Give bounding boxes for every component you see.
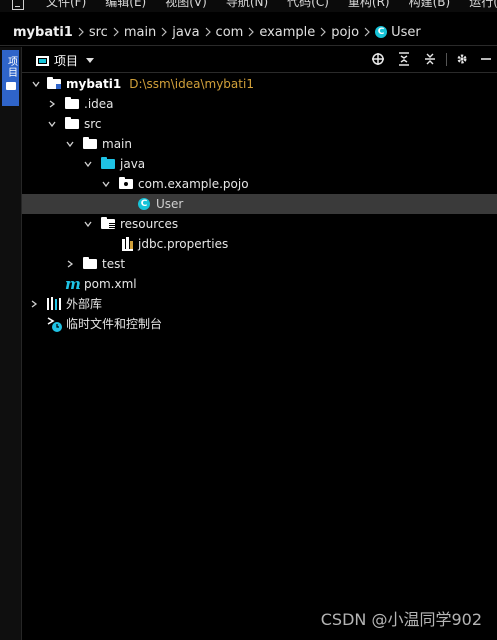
collapse-all-icon[interactable] xyxy=(423,52,437,66)
menu-code[interactable]: 代码(C) xyxy=(287,0,329,10)
tree-item-project[interactable]: mybati1 D:\ssm\idea\mybati1 xyxy=(22,74,497,94)
project-path: D:\ssm\idea\mybati1 xyxy=(129,77,254,91)
tree-label: 外部库 xyxy=(66,297,103,311)
chevron-right-icon[interactable] xyxy=(30,300,38,308)
module-folder-icon xyxy=(47,77,63,90)
watermark: CSDN @小温同学902 xyxy=(320,610,482,629)
breadcrumb-user[interactable]: User xyxy=(391,25,421,40)
tree-label: 临时文件和控制台 xyxy=(66,317,163,331)
panel-title: 项目 xyxy=(54,54,79,68)
tree-label: jdbc.properties xyxy=(138,237,229,251)
gear-icon[interactable] xyxy=(455,52,469,66)
project-tab-label: 项目 xyxy=(5,56,17,78)
tree-label: test xyxy=(102,257,126,271)
tree-label: mybati1 D:\ssm\idea\mybati1 xyxy=(66,76,254,92)
menu-refactor[interactable]: 重构(R) xyxy=(348,0,390,10)
intellij-logo-icon xyxy=(12,0,24,10)
maven-icon: m xyxy=(65,275,81,293)
tree-label: main xyxy=(102,137,132,151)
tree-label: src xyxy=(84,117,102,131)
tree-item-src[interactable]: src xyxy=(22,114,497,134)
tree-item-test[interactable]: test xyxy=(22,254,497,274)
tree-item-main[interactable]: main xyxy=(22,134,497,154)
tree-label: pom.xml xyxy=(84,277,137,291)
tree-item-resources[interactable]: resources xyxy=(22,214,497,234)
properties-file-icon xyxy=(121,237,135,251)
divider xyxy=(0,45,497,46)
breadcrumb-java[interactable]: java xyxy=(172,25,199,40)
project-name: mybati1 xyxy=(66,77,122,91)
chevron-down-icon[interactable] xyxy=(84,220,92,228)
chevron-right-icon[interactable] xyxy=(66,260,74,268)
crosshair-icon[interactable] xyxy=(371,52,385,66)
chevron-down-icon[interactable] xyxy=(84,160,92,168)
chevron-right-icon[interactable] xyxy=(48,100,56,108)
expand-all-icon[interactable] xyxy=(397,52,411,66)
menu-bar: 文件(F) 编辑(E) 视图(V) 导航(N) 代码(C) 重构(R) 构建(B… xyxy=(0,0,497,12)
project-view-selector[interactable]: 项目 xyxy=(36,52,95,69)
chevron-right-icon xyxy=(320,27,327,37)
breadcrumb-example[interactable]: example xyxy=(259,25,315,40)
tree-label: User xyxy=(156,197,184,211)
java-class-icon: C xyxy=(375,26,388,38)
tree-item-user[interactable]: C User xyxy=(22,194,497,214)
chevron-down-icon[interactable] xyxy=(48,120,56,128)
folder-icon xyxy=(83,257,99,270)
source-folder-icon xyxy=(101,157,117,170)
chevron-down-icon[interactable] xyxy=(32,80,40,88)
breadcrumb-com[interactable]: com xyxy=(216,25,244,40)
chevron-right-icon xyxy=(161,27,168,37)
tree-label: .idea xyxy=(84,97,114,111)
menu-view[interactable]: 视图(V) xyxy=(165,0,207,10)
breadcrumb-project[interactable]: mybati1 xyxy=(13,25,73,40)
scratches-icon xyxy=(47,316,63,332)
chevron-down-icon[interactable] xyxy=(66,140,74,148)
chevron-right-icon xyxy=(248,27,255,37)
folder-icon xyxy=(65,97,81,110)
breadcrumb-pojo[interactable]: pojo xyxy=(331,25,359,40)
menu-file[interactable]: 文件(F) xyxy=(46,0,86,10)
java-class-icon: C xyxy=(138,198,150,210)
tree-item-scratches[interactable]: 临时文件和控制台 xyxy=(22,314,497,334)
tree-item-java[interactable]: java xyxy=(22,154,497,174)
svg-text:m: m xyxy=(65,276,81,292)
tree-item-jdbc-properties[interactable]: jdbc.properties xyxy=(22,234,497,254)
minimize-icon[interactable] xyxy=(479,52,493,66)
folder-icon xyxy=(5,82,16,90)
toolbar-separator xyxy=(446,53,447,66)
tree-item-pom[interactable]: m pom.xml xyxy=(22,274,497,294)
menu-edit[interactable]: 编辑(E) xyxy=(105,0,146,10)
folder-icon xyxy=(65,117,81,130)
library-icon xyxy=(47,297,63,311)
package-icon xyxy=(119,177,135,190)
menu-run[interactable]: 运行(U) xyxy=(469,0,497,10)
tree-label: resources xyxy=(120,217,179,231)
chevron-right-icon xyxy=(205,27,211,37)
tree-label: com.example.pojo xyxy=(138,177,249,191)
chevron-down-icon xyxy=(86,58,95,63)
tree-item-external-libraries[interactable]: 外部库 xyxy=(22,294,497,314)
tool-window-strip: 项目 xyxy=(0,47,22,640)
resources-folder-icon xyxy=(101,217,117,230)
chevron-right-icon xyxy=(113,27,119,37)
tree-item-package[interactable]: com.example.pojo xyxy=(22,174,497,194)
project-panel-header: 项目 xyxy=(22,47,497,73)
breadcrumb: mybati1 src main java com example pojo C… xyxy=(0,20,497,44)
menu-navigate[interactable]: 导航(N) xyxy=(226,0,268,10)
chevron-right-icon xyxy=(364,27,370,37)
tree-item-idea[interactable]: .idea xyxy=(22,94,497,114)
breadcrumb-src[interactable]: src xyxy=(89,25,108,40)
chevron-right-icon xyxy=(78,27,84,37)
project-window-icon xyxy=(36,55,49,66)
breadcrumb-main[interactable]: main xyxy=(124,25,156,40)
chevron-down-icon[interactable] xyxy=(102,180,110,188)
menu-build[interactable]: 构建(B) xyxy=(409,0,451,10)
tree-label: java xyxy=(120,157,146,171)
folder-icon xyxy=(83,137,99,150)
project-tool-tab[interactable]: 项目 xyxy=(2,50,19,106)
